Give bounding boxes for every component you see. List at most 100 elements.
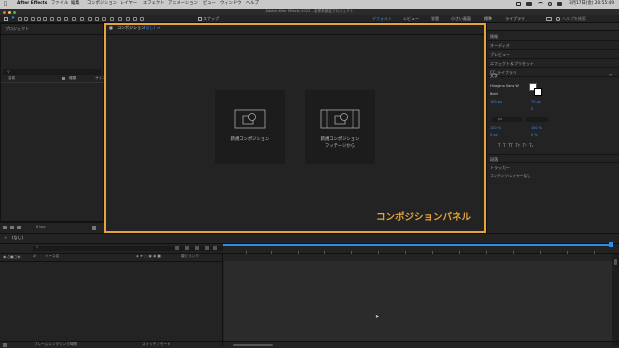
shy-layers-icon[interactable]: [195, 246, 199, 250]
tsume-field[interactable]: 0 %: [531, 133, 538, 138]
stroke-color-swatch[interactable]: [534, 88, 542, 96]
timeline-scrollbar[interactable]: [612, 254, 619, 346]
rotate-tool-icon[interactable]: [50, 16, 54, 21]
font-style-select[interactable]: Bold: [490, 92, 498, 97]
col-type-header[interactable]: 種類: [69, 76, 76, 81]
menu-view[interactable]: ビュー: [203, 1, 216, 6]
leading-field[interactable]: 70 px: [531, 100, 541, 105]
menubar-clock[interactable]: 3月17日(金) 20:55:49: [569, 1, 614, 6]
parent-link-header[interactable]: 親とリンク: [181, 254, 199, 259]
switch-mode-toggle[interactable]: スイッチ / モード: [142, 342, 171, 347]
draft-3d-icon[interactable]: [185, 246, 189, 250]
stroke-width-field[interactable]: [492, 117, 522, 122]
new-composition-card[interactable]: 新規コンポジション: [215, 90, 285, 164]
timeline-scroll-thumb[interactable]: [614, 259, 617, 265]
frame-blending-icon[interactable]: [205, 246, 209, 250]
menu-file[interactable]: ファイル: [51, 1, 68, 6]
workspace-menu-icon[interactable]: [546, 16, 552, 21]
menu-composition[interactable]: コンポジション: [87, 1, 117, 6]
workspace-review[interactable]: レビュー: [403, 17, 419, 21]
comp-panel-tab-suffix[interactable]: (なし): [144, 26, 155, 30]
project-panel-title[interactable]: プロジェクト: [5, 27, 29, 31]
workspace-libraries[interactable]: ライブラリ: [505, 17, 525, 21]
vertical-scale-field[interactable]: 100 %: [490, 126, 501, 131]
view-axis-icon[interactable]: [140, 16, 144, 21]
audio-panel-tab[interactable]: オーディオ: [488, 41, 619, 50]
pan-tool-icon[interactable]: [37, 16, 41, 21]
help-search-input[interactable]: ヘルプを検索: [562, 17, 586, 21]
new-comp-from-footage-card[interactable]: 新規コンポジション フッテージから: [305, 90, 375, 164]
orbit-tool-icon[interactable]: [31, 16, 35, 21]
type-tool-icon[interactable]: [80, 16, 84, 21]
font-family-select[interactable]: Hiragino Sans W: [490, 84, 519, 89]
character-panel-title[interactable]: 文字: [490, 74, 498, 78]
stroke-mode-select[interactable]: [526, 117, 548, 122]
timeline-graph-area[interactable]: [224, 261, 612, 341]
menu-animation[interactable]: アニメーション: [168, 1, 198, 6]
source-name-header[interactable]: ソース名: [45, 254, 59, 259]
timeline-splitter[interactable]: [222, 254, 223, 346]
workspace-default[interactable]: デフォルト: [372, 17, 392, 21]
menu-help[interactable]: ヘルプ: [246, 1, 259, 6]
pan-behind-tool-icon[interactable]: [57, 16, 61, 21]
home-icon[interactable]: [4, 17, 8, 21]
workspace-standard[interactable]: 標準: [484, 17, 492, 21]
col-name-header[interactable]: 名前: [8, 76, 15, 81]
search-spotlight-icon[interactable]: [548, 2, 552, 6]
new-comp-icon[interactable]: [17, 226, 21, 229]
info-panel-tab[interactable]: 情報: [488, 32, 619, 41]
comp-lock-icon[interactable]: ■: [109, 26, 113, 30]
rectangle-tool-icon[interactable]: [64, 16, 68, 21]
new-folder-icon[interactable]: [10, 226, 14, 229]
label-col-icon[interactable]: [62, 77, 65, 80]
render-time-icon[interactable]: [3, 343, 7, 347]
comp-mini-flowchart-icon[interactable]: [175, 246, 179, 250]
roto-brush-tool-icon[interactable]: [110, 16, 114, 21]
dolly-tool-icon[interactable]: [43, 16, 47, 21]
playhead-handle[interactable]: [609, 242, 613, 247]
work-area-bar[interactable]: [223, 244, 612, 246]
horizontal-scale-field[interactable]: 100 %: [531, 126, 542, 131]
paragraph-panel-tab[interactable]: 段落: [488, 154, 619, 163]
snap-checkbox[interactable]: [198, 17, 202, 21]
pen-tool-icon[interactable]: [72, 16, 76, 21]
faux-style-buttons[interactable]: T T TT Tᴛ T¹ T₁: [498, 144, 533, 148]
character-menu-icon[interactable]: ≡: [609, 73, 612, 77]
effects-presets-panel-tab[interactable]: エフェクト＆プリセット: [488, 59, 619, 68]
comp-panel-tab[interactable]: コンポジション: [117, 26, 145, 30]
clone-stamp-tool-icon[interactable]: [95, 16, 99, 21]
av-switch-icons[interactable]: ◉♫●□◈: [3, 255, 20, 259]
workspace-small-screen[interactable]: 小さい画面: [451, 17, 471, 21]
local-axis-icon[interactable]: [126, 16, 130, 21]
switches-header[interactable]: ◈ ★ ◌ ▣ ◉ ■: [136, 254, 161, 259]
menu-layer[interactable]: レイヤー: [120, 1, 137, 6]
brush-tool-icon[interactable]: [88, 16, 92, 21]
timeline-close-icon[interactable]: ×: [4, 236, 7, 240]
timeline-tab[interactable]: (なし): [12, 236, 23, 240]
zoom-tool-icon[interactable]: [24, 16, 28, 21]
bpc-label[interactable]: 8 bpc: [36, 225, 46, 230]
apple-icon[interactable]: : [4, 2, 7, 7]
tracker-panel-tab[interactable]: トラッカー: [488, 163, 619, 172]
comp-panel-menu-icon[interactable]: ≡: [157, 26, 160, 30]
preview-panel-tab[interactable]: プレビュー: [488, 50, 619, 59]
control-center-icon[interactable]: [557, 2, 562, 6]
zoom-slider[interactable]: [233, 344, 273, 346]
baseline-shift-field[interactable]: 0 px: [490, 133, 498, 138]
menu-edit[interactable]: 編集: [71, 1, 80, 6]
project-search-input[interactable]: [3, 69, 101, 75]
interpret-footage-icon[interactable]: [3, 226, 7, 229]
menu-app-name[interactable]: After Effects: [17, 1, 47, 6]
font-size-field[interactable]: 100 px: [490, 100, 502, 105]
tracking-field[interactable]: 0: [531, 107, 533, 112]
menubar-status-icon[interactable]: [516, 2, 521, 6]
menu-effect[interactable]: エフェクト: [143, 1, 164, 6]
wifi-icon[interactable]: [538, 2, 543, 6]
puppet-tool-icon[interactable]: [118, 16, 122, 21]
menubar-app-icon[interactable]: [526, 2, 532, 6]
world-axis-icon[interactable]: [133, 16, 137, 21]
workspace-learn[interactable]: 学習: [431, 17, 439, 21]
help-search-icon[interactable]: [556, 17, 560, 21]
menu-window[interactable]: ウィンドウ: [220, 1, 241, 6]
motion-blur-icon[interactable]: [213, 246, 217, 250]
